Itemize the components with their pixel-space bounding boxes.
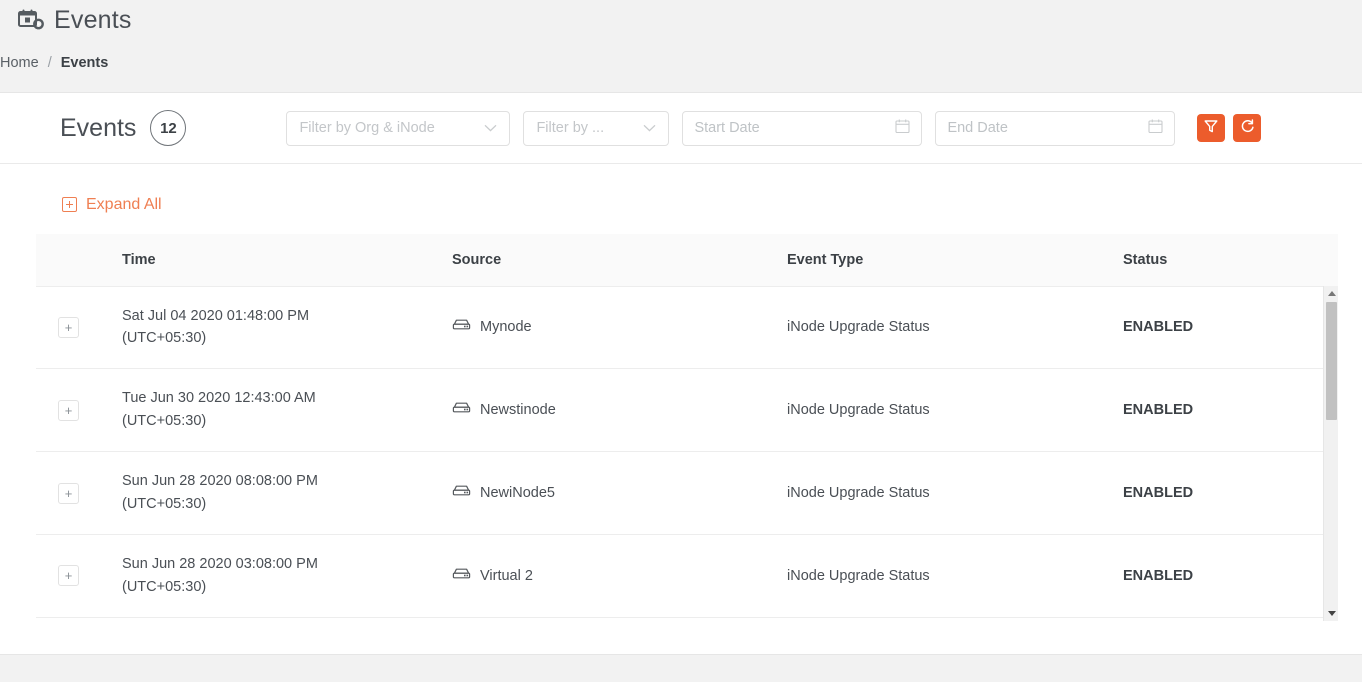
card-toolbar: Events 12 Filter by Org & iNode Filter b…: [0, 93, 1362, 164]
row-source: Mynode: [480, 319, 532, 336]
calendar-gear-icon: [18, 9, 44, 31]
start-date-input[interactable]: Start Date: [682, 110, 923, 146]
row-source-cell: NewiNode5: [452, 451, 787, 535]
expand-row-button[interactable]: +: [58, 316, 79, 338]
calendar-icon: [895, 118, 910, 138]
events-table-wrapper: Time Source Event Type Status + Sat Jul …: [36, 234, 1338, 621]
column-header-expand: [36, 234, 122, 287]
expand-all-control[interactable]: Expand All: [0, 164, 1362, 218]
filter-event-type-select[interactable]: Filter by ...: [523, 110, 670, 146]
row-expand-cell: +: [36, 534, 122, 618]
end-date-placeholder: End Date: [947, 120, 1008, 136]
triangle-up-icon: [1327, 291, 1336, 296]
funnel-filter-icon: [1204, 119, 1218, 137]
row-expand-cell: +: [36, 286, 122, 370]
breadcrumb-separator: /: [47, 55, 52, 71]
row-event-type-cell: iNode Upgrade Status: [787, 534, 1123, 618]
row-source: Virtual 2: [480, 567, 533, 584]
filter-event-type-placeholder: Filter by ...: [536, 120, 605, 136]
triangle-down-icon: [1327, 611, 1336, 616]
server-icon: [452, 401, 471, 419]
events-card: Events 12 Filter by Org & iNode Filter b…: [0, 92, 1362, 655]
table-header: Time Source Event Type Status: [36, 234, 1338, 287]
row-timezone: (UTC+05:30): [122, 330, 207, 347]
expand-all-label: Expand All: [86, 195, 162, 213]
refresh-button[interactable]: [1233, 114, 1262, 142]
row-time-cell: Tue Jun 30 2020 12:43:00 AM (UTC+05:30): [122, 368, 452, 453]
table-row: + Sun Jun 28 2020 03:08:00 PM (UTC+05:30…: [36, 534, 1338, 618]
card-title: Events: [60, 113, 137, 142]
breadcrumb-home-link[interactable]: Home: [0, 55, 39, 71]
refresh-icon: [1240, 119, 1255, 137]
breadcrumb-current: Events: [60, 55, 109, 71]
calendar-icon: [1148, 118, 1163, 138]
row-timezone: (UTC+05:30): [122, 413, 207, 430]
row-status-cell: ENABLED: [1123, 451, 1338, 535]
row-timezone: (UTC+05:30): [122, 496, 207, 513]
breadcrumb: Home / Events: [0, 40, 1362, 86]
table-row: + Tue Jun 30 2020 12:43:00 AM (UTC+05:30…: [36, 368, 1338, 453]
expand-row-button[interactable]: +: [58, 399, 79, 421]
row-expand-cell: +: [36, 451, 122, 535]
column-header-status: Status: [1123, 234, 1338, 287]
filter-controls: Filter by Org & iNode Filter by ... Star…: [286, 110, 1262, 146]
expand-row-button[interactable]: +: [58, 482, 79, 504]
server-icon: [452, 567, 471, 585]
scrollbar-thumb[interactable]: [1326, 302, 1337, 420]
filter-org-inode-select[interactable]: Filter by Org & iNode: [286, 110, 511, 146]
row-time: Tue Jun 30 2020 12:43:00 AM: [122, 390, 316, 407]
page-header: Events: [0, 0, 1362, 40]
row-status-cell: ENABLED: [1123, 368, 1338, 453]
filter-org-inode-placeholder: Filter by Org & iNode: [299, 120, 435, 136]
row-source-cell: Virtual 2: [452, 534, 787, 618]
table-row: + Sat Jul 04 2020 01:48:00 PM (UTC+05:30…: [36, 286, 1338, 370]
scrollbar-down-arrow[interactable]: [1324, 606, 1339, 621]
row-source: Newstinode: [480, 402, 556, 419]
row-source: NewiNode5: [480, 485, 555, 502]
table-body: + Sat Jul 04 2020 01:48:00 PM (UTC+05:30…: [36, 286, 1338, 618]
row-event-type-cell: iNode Upgrade Status: [787, 368, 1123, 453]
row-source-cell: Newstinode: [452, 368, 787, 453]
page-title: Events: [54, 5, 132, 34]
table-row: + Sun Jun 28 2020 08:08:00 PM (UTC+05:30…: [36, 451, 1338, 535]
events-count-badge: 12: [150, 110, 187, 146]
table-scrollbar[interactable]: [1323, 286, 1338, 621]
row-time-cell: Sat Jul 04 2020 01:48:00 PM (UTC+05:30): [122, 286, 452, 370]
row-status-cell: ENABLED: [1123, 534, 1338, 618]
column-header-time: Time: [122, 234, 452, 287]
plus-square-icon: [62, 197, 77, 212]
row-expand-cell: +: [36, 368, 122, 453]
row-timezone: (UTC+05:30): [122, 578, 207, 595]
chevron-down-icon: [643, 120, 656, 136]
end-date-input[interactable]: End Date: [935, 110, 1176, 146]
expand-row-button[interactable]: +: [58, 565, 79, 587]
row-time: Sun Jun 28 2020 08:08:00 PM: [122, 473, 318, 490]
start-date-placeholder: Start Date: [694, 120, 760, 136]
row-time: Sun Jun 28 2020 03:08:00 PM: [122, 555, 318, 572]
scrollbar-up-arrow[interactable]: [1324, 286, 1339, 301]
apply-filter-button[interactable]: [1197, 114, 1226, 142]
column-header-event-type: Event Type: [787, 234, 1123, 287]
row-source-cell: Mynode: [452, 286, 787, 370]
row-status-cell: ENABLED: [1123, 286, 1338, 370]
row-time-cell: Sun Jun 28 2020 08:08:00 PM (UTC+05:30): [122, 451, 452, 535]
row-event-type-cell: iNode Upgrade Status: [787, 286, 1123, 370]
row-event-type-cell: iNode Upgrade Status: [787, 451, 1123, 535]
column-header-source: Source: [452, 234, 787, 287]
server-icon: [452, 484, 471, 502]
table-header-row: Time Source Event Type Status: [36, 234, 1338, 287]
server-icon: [452, 318, 471, 336]
chevron-down-icon: [484, 120, 497, 136]
row-time: Sat Jul 04 2020 01:48:00 PM: [122, 307, 310, 324]
row-time-cell: Sun Jun 28 2020 03:08:00 PM (UTC+05:30): [122, 534, 452, 618]
events-table: Time Source Event Type Status + Sat Jul …: [36, 234, 1338, 618]
